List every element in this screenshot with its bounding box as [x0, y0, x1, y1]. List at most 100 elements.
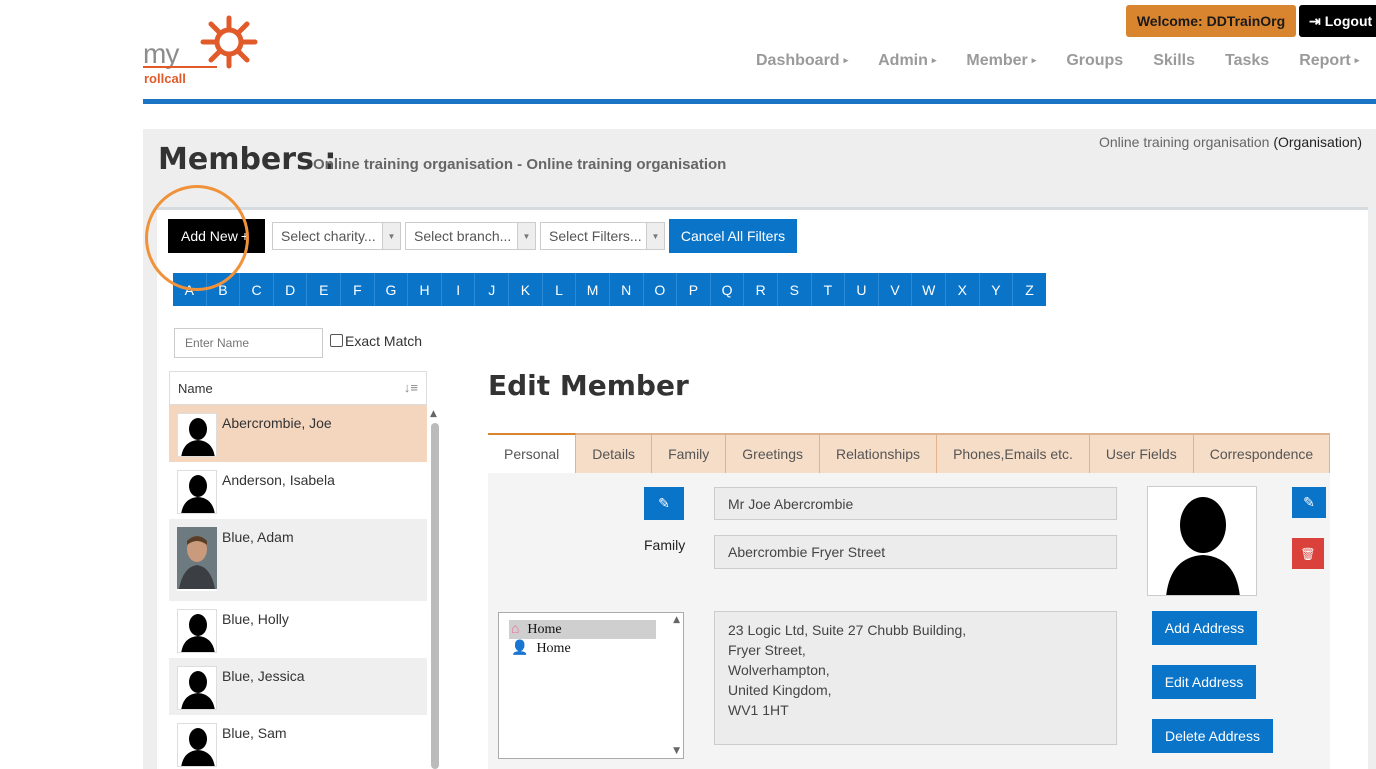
alphabet-letter-r[interactable]: R [744, 273, 778, 306]
member-list-header-label: Name [178, 380, 213, 396]
person-icon: 👤 [511, 641, 529, 656]
organisation-label: Online training organisation (Organisati… [1099, 134, 1362, 150]
nav-groups[interactable]: Groups [1066, 52, 1123, 70]
address-list[interactable]: ⌂ Home 👤 Home ▲ ▼ [498, 612, 684, 759]
highlight-circle [145, 185, 249, 291]
member-name: Blue, Jessica [222, 668, 305, 684]
top-nav: Dashboard ▸ Admin ▸ Member ▸ Groups Skills … [756, 52, 1376, 70]
address-item[interactable]: 👤 Home [509, 639, 656, 658]
tab-user-fields[interactable]: User Fields [1089, 433, 1194, 473]
name-search-input[interactable] [174, 328, 323, 358]
nav-dashboard[interactable]: Dashboard ▸ [756, 52, 848, 70]
alphabet-letter-d[interactable]: D [274, 273, 308, 306]
logout-button[interactable]: ⇥ Logout [1299, 5, 1376, 37]
nav-report[interactable]: Report ▸ [1299, 52, 1359, 70]
tab-personal[interactable]: Personal [488, 433, 577, 473]
exact-match-checkbox[interactable] [330, 334, 343, 347]
tab-correspondence[interactable]: Correspondence [1193, 433, 1331, 473]
caret-right-icon: ▸ [1031, 55, 1037, 66]
address-line: 23 Logic Ltd, Suite 27 Chubb Building, [728, 622, 967, 638]
scroll-up-icon[interactable]: ▲ [673, 615, 680, 625]
tab-greetings[interactable]: Greetings [726, 433, 820, 473]
cancel-all-filters-button[interactable]: Cancel All Filters [669, 219, 797, 253]
tab-relationships[interactable]: Relationships [820, 433, 938, 473]
member-name: Abercrombie, Joe [222, 415, 332, 431]
avatar-photo [177, 527, 217, 591]
address-item-label: Home [536, 640, 571, 656]
edit-photo-button[interactable]: ✎ [1292, 487, 1326, 518]
alphabet-letter-o[interactable]: O [644, 273, 678, 306]
alphabet-letter-y[interactable]: Y [980, 273, 1014, 306]
member-name: Blue, Sam [222, 725, 287, 741]
alphabet-letter-k[interactable]: K [509, 273, 543, 306]
logo[interactable]: my rollcall [143, 14, 263, 89]
sort-icon[interactable]: ↓≡ [404, 380, 418, 395]
alphabet-letter-z[interactable]: Z [1013, 273, 1046, 306]
nav-admin-label: Admin [878, 52, 928, 69]
alphabet-letter-g[interactable]: G [375, 273, 409, 306]
filters-select[interactable]: Select Filters... ▼ [540, 222, 665, 250]
alphabet-letter-v[interactable]: V [879, 273, 913, 306]
header-divider [143, 99, 1376, 104]
full-name-field[interactable]: Mr Joe Abercrombie [714, 487, 1117, 520]
alphabet-letter-x[interactable]: X [946, 273, 980, 306]
page-title: Members : [158, 142, 337, 177]
member-list-scrollbar[interactable]: ▲ [430, 409, 440, 769]
edit-name-button[interactable]: ✎ [644, 487, 684, 520]
trash-icon: 🗑 [1300, 546, 1316, 561]
exact-match-label: Exact Match [345, 333, 423, 349]
address-item-label: Home [527, 621, 562, 637]
edit-member-title: Edit Member [488, 369, 689, 402]
tab-phones-emails-etc-[interactable]: Phones,Emails etc. [937, 433, 1090, 473]
alphabet-letter-w[interactable]: W [912, 273, 947, 306]
alphabet-letter-m[interactable]: M [576, 273, 610, 306]
alphabet-letter-u[interactable]: U [845, 273, 879, 306]
organisation-name: Online training organisation [1099, 134, 1270, 150]
alphabet-letter-q[interactable]: Q [711, 273, 745, 306]
alphabet-letter-p[interactable]: P [677, 273, 711, 306]
member-row[interactable]: Blue, Holly [169, 601, 427, 658]
member-row[interactable]: Blue, Sam [169, 715, 427, 769]
tab-details[interactable]: Details [576, 433, 653, 473]
member-row[interactable]: Blue, Jessica [169, 658, 427, 715]
add-address-button[interactable]: Add Address [1152, 611, 1257, 645]
alphabet-letter-h[interactable]: H [408, 273, 442, 306]
welcome-button[interactable]: Welcome: DDTrainOrg [1126, 5, 1296, 37]
alphabet-letter-c[interactable]: C [240, 273, 274, 306]
delete-address-button[interactable]: Delete Address [1152, 719, 1273, 753]
member-name: Anderson, Isabela [222, 472, 335, 488]
edit-address-button[interactable]: Edit Address [1152, 665, 1256, 699]
alphabet-letter-e[interactable]: E [307, 273, 342, 306]
chevron-down-icon: ▼ [382, 223, 400, 249]
alphabet-letter-j[interactable]: J [475, 273, 510, 306]
alphabet-letter-t[interactable]: T [812, 273, 846, 306]
nav-admin[interactable]: Admin ▸ [878, 52, 936, 70]
address-item[interactable]: ⌂ Home [509, 620, 656, 639]
alphabet-letter-f[interactable]: F [341, 273, 375, 306]
tab-family[interactable]: Family [652, 433, 727, 473]
logout-icon: ⇥ [1309, 12, 1321, 29]
delete-photo-button[interactable]: 🗑 [1292, 538, 1324, 569]
member-tabs: Personal Details Family Greetings Relationsh… [488, 433, 1331, 473]
member-list-header[interactable]: Name ↓≡ [169, 371, 427, 405]
nav-report-label: Report [1299, 52, 1351, 69]
member-row[interactable]: Blue, Adam [169, 519, 427, 601]
scroll-down-icon[interactable]: ▼ [673, 746, 680, 756]
charity-select[interactable]: Select charity... ▼ [272, 222, 401, 250]
alphabet-letter-s[interactable]: S [778, 273, 812, 306]
alphabet-letter-n[interactable]: N [610, 273, 644, 306]
nav-skills[interactable]: Skills [1153, 52, 1195, 70]
nav-member[interactable]: Member ▸ [966, 52, 1036, 70]
scroll-up-icon[interactable]: ▲ [430, 409, 437, 419]
member-row[interactable]: Abercrombie, Joe [169, 405, 427, 462]
address-line: WV1 1HT [728, 702, 789, 718]
avatar-silhouette-icon [177, 666, 217, 710]
family-name-field[interactable]: Abercrombie Fryer Street [714, 535, 1117, 569]
logo-rollcall-text: rollcall [144, 71, 186, 86]
nav-tasks[interactable]: Tasks [1225, 52, 1269, 70]
alphabet-letter-i[interactable]: I [442, 273, 476, 306]
branch-select[interactable]: Select branch... ▼ [405, 222, 536, 250]
alphabet-letter-l[interactable]: L [543, 273, 577, 306]
member-row[interactable]: Anderson, Isabela [169, 462, 427, 519]
scrollbar-thumb[interactable] [431, 423, 439, 769]
